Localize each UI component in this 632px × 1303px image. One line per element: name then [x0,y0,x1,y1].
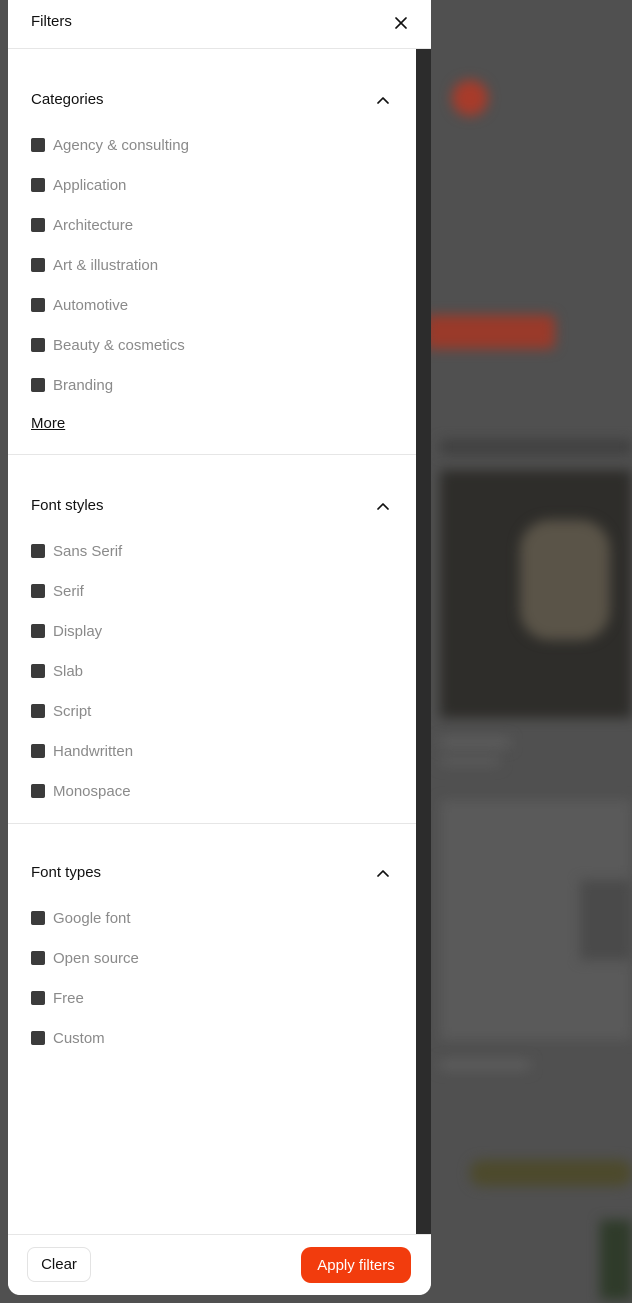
option-sans-serif[interactable]: Sans Serif [8,531,416,571]
section-title: Font styles [31,497,104,514]
option-label: Free [53,989,84,1007]
backdrop-image [600,1220,632,1300]
option-branding[interactable]: Branding [8,365,416,405]
option-label: Display [53,622,103,640]
checkbox[interactable] [31,584,45,598]
collapse-categories-button[interactable] [374,91,392,109]
backdrop-image-highlight [520,520,610,640]
checkbox[interactable] [31,624,45,638]
option-monospace[interactable]: Monospace [8,771,416,811]
section-title: Font types [31,864,102,881]
option-slab[interactable]: Slab [8,651,416,691]
checkbox[interactable] [31,1031,45,1045]
backdrop-banner [470,1160,632,1186]
option-serif[interactable]: Serif [8,571,416,611]
option-label: Branding [53,376,114,394]
option-free[interactable]: Free [8,978,416,1018]
section-header-font-types[interactable]: Font types [8,862,416,886]
backdrop-divider [440,440,632,454]
backdrop-text [440,738,510,748]
option-label: Handwritten [53,742,134,760]
option-label: Google font [53,909,131,927]
backdrop-logo-dot [452,80,488,116]
section-categories: Categories Agency & consulting Applicati… [8,49,416,455]
option-automotive[interactable]: Automotive [8,285,416,325]
checkbox[interactable] [31,704,45,718]
checkbox[interactable] [31,138,45,152]
checkbox[interactable] [31,218,45,232]
section-header-categories[interactable]: Categories [8,89,416,113]
checkbox[interactable] [31,784,45,798]
section-header-font-styles[interactable]: Font styles [8,495,416,519]
option-label: Script [53,702,92,720]
checkbox[interactable] [31,378,45,392]
option-label: Serif [53,582,84,600]
option-agency-consulting[interactable]: Agency & consulting [8,125,416,165]
checkbox[interactable] [31,911,45,925]
drawer-header: Filters [8,0,431,49]
section-title: Categories [31,91,104,108]
chevron-up-icon [377,870,389,877]
option-script[interactable]: Script [8,691,416,731]
checkbox[interactable] [31,544,45,558]
option-label: Agency & consulting [53,136,189,154]
option-label: Beauty & cosmetics [53,336,185,354]
checkbox[interactable] [31,298,45,312]
checkbox[interactable] [31,664,45,678]
option-label: Automotive [53,296,129,314]
chevron-up-icon [377,503,389,510]
option-custom[interactable]: Custom [8,1018,416,1058]
backdrop-text [440,1060,530,1070]
checkbox[interactable] [31,258,45,272]
option-art-illustration[interactable]: Art & illustration [8,245,416,285]
drawer-title: Filters [31,13,72,30]
option-beauty-cosmetics[interactable]: Beauty & cosmetics [8,325,416,365]
collapse-font-types-button[interactable] [374,864,392,882]
option-display[interactable]: Display [8,611,416,651]
checkbox[interactable] [31,744,45,758]
close-button[interactable] [390,12,412,34]
filters-drawer: Filters Categories Agency & consulting A… [8,0,431,1295]
option-label: Sans Serif [53,542,123,560]
more-link-container: More [8,405,416,445]
option-label: Open source [53,949,139,967]
backdrop-button [425,315,555,349]
collapse-font-styles-button[interactable] [374,497,392,515]
drawer-footer: Clear Apply filters [8,1234,431,1295]
apply-filters-button[interactable]: Apply filters [301,1247,411,1283]
scrollbar[interactable] [416,49,431,1234]
section-font-styles: Font styles Sans Serif Serif Display Sla… [8,455,416,824]
chevron-up-icon [377,97,389,104]
option-label: Architecture [53,216,134,234]
option-label: Application [53,176,127,194]
filters-scroll-area[interactable]: Categories Agency & consulting Applicati… [8,49,416,1234]
backdrop-card-detail [580,880,632,960]
close-icon [395,17,407,29]
checkbox[interactable] [31,951,45,965]
more-categories-link[interactable]: More [31,415,65,432]
option-label: Art & illustration [53,256,159,274]
option-label: Custom [53,1029,105,1047]
option-handwritten[interactable]: Handwritten [8,731,416,771]
backdrop-text [440,756,500,766]
checkbox[interactable] [31,178,45,192]
option-google-font[interactable]: Google font [8,898,416,938]
option-application[interactable]: Application [8,165,416,205]
option-architecture[interactable]: Architecture [8,205,416,245]
checkbox[interactable] [31,338,45,352]
option-label: Monospace [53,782,131,800]
option-label: Slab [53,662,84,680]
option-open-source[interactable]: Open source [8,938,416,978]
clear-button[interactable]: Clear [27,1247,91,1282]
checkbox[interactable] [31,991,45,1005]
section-font-types: Font types Google font Open source Free … [8,824,416,1058]
